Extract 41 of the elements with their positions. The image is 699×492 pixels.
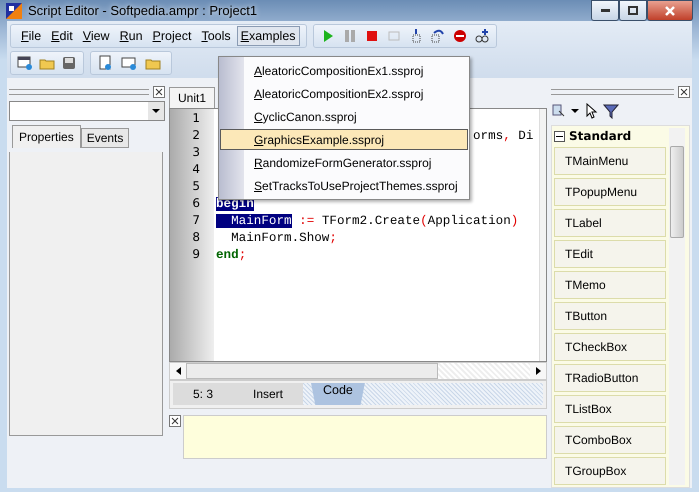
component-item[interactable]: TPopupMenu — [554, 178, 666, 206]
code-tab[interactable]: Code — [311, 383, 365, 405]
menu-item[interactable]: Edit — [47, 26, 77, 46]
unit-tab[interactable]: Unit1 — [169, 87, 216, 108]
line-number: 2 — [191, 128, 201, 144]
menu-item[interactable]: Tools — [197, 26, 235, 46]
menu-item[interactable]: Examples — [236, 26, 300, 46]
component-item[interactable]: TLabel — [554, 209, 666, 237]
line-number: 4 — [191, 162, 201, 178]
menu-item[interactable]: CyclicCanon.ssproj — [220, 106, 468, 127]
menu-item[interactable]: AleatoricCompositionEx2.ssproj — [220, 83, 468, 104]
menu-item[interactable]: RandomizeFormGenerator.ssproj — [220, 152, 468, 173]
component-item[interactable]: TCheckBox — [554, 333, 666, 361]
component-item[interactable]: TComboBox — [554, 426, 666, 454]
component-item[interactable]: TButton — [554, 302, 666, 330]
component-item[interactable]: TRadioButton — [554, 364, 666, 392]
component-item[interactable]: TMainMenu — [554, 147, 666, 175]
menu-item[interactable]: SetTracksToUseProjectThemes.ssproj — [220, 175, 468, 196]
line-number: 3 — [191, 145, 201, 161]
component-item[interactable]: TListBox — [554, 395, 666, 423]
category-header[interactable]: Standard — [569, 129, 632, 143]
menu-item[interactable]: GraphicsExample.ssproj — [220, 129, 468, 150]
edit-mode: Insert — [233, 383, 303, 405]
component-item[interactable]: TGroupBox — [554, 457, 666, 485]
line-number: 8 — [191, 230, 201, 246]
inspector-tab[interactable]: Events — [80, 128, 130, 148]
line-number: 5 — [191, 179, 201, 195]
window-title: Script Editor - Softpedia.ampr : Project1 — [28, 3, 258, 18]
menu-item[interactable]: View — [78, 26, 114, 46]
inspector-tab[interactable]: Properties — [12, 125, 81, 148]
line-number: 6 — [191, 196, 201, 212]
line-number: 7 — [191, 213, 201, 229]
menu-item[interactable]: Run — [116, 26, 147, 46]
menu-item[interactable]: Project — [148, 26, 196, 46]
line-number: 1 — [191, 111, 201, 127]
component-item[interactable]: TEdit — [554, 240, 666, 268]
menu-item[interactable]: AleatoricCompositionEx1.ssproj — [220, 60, 468, 81]
line-number: 9 — [191, 247, 201, 263]
menu-item[interactable]: File — [17, 26, 46, 46]
component-item[interactable]: TMemo — [554, 271, 666, 299]
cursor-position: 5: 3 — [173, 383, 233, 405]
